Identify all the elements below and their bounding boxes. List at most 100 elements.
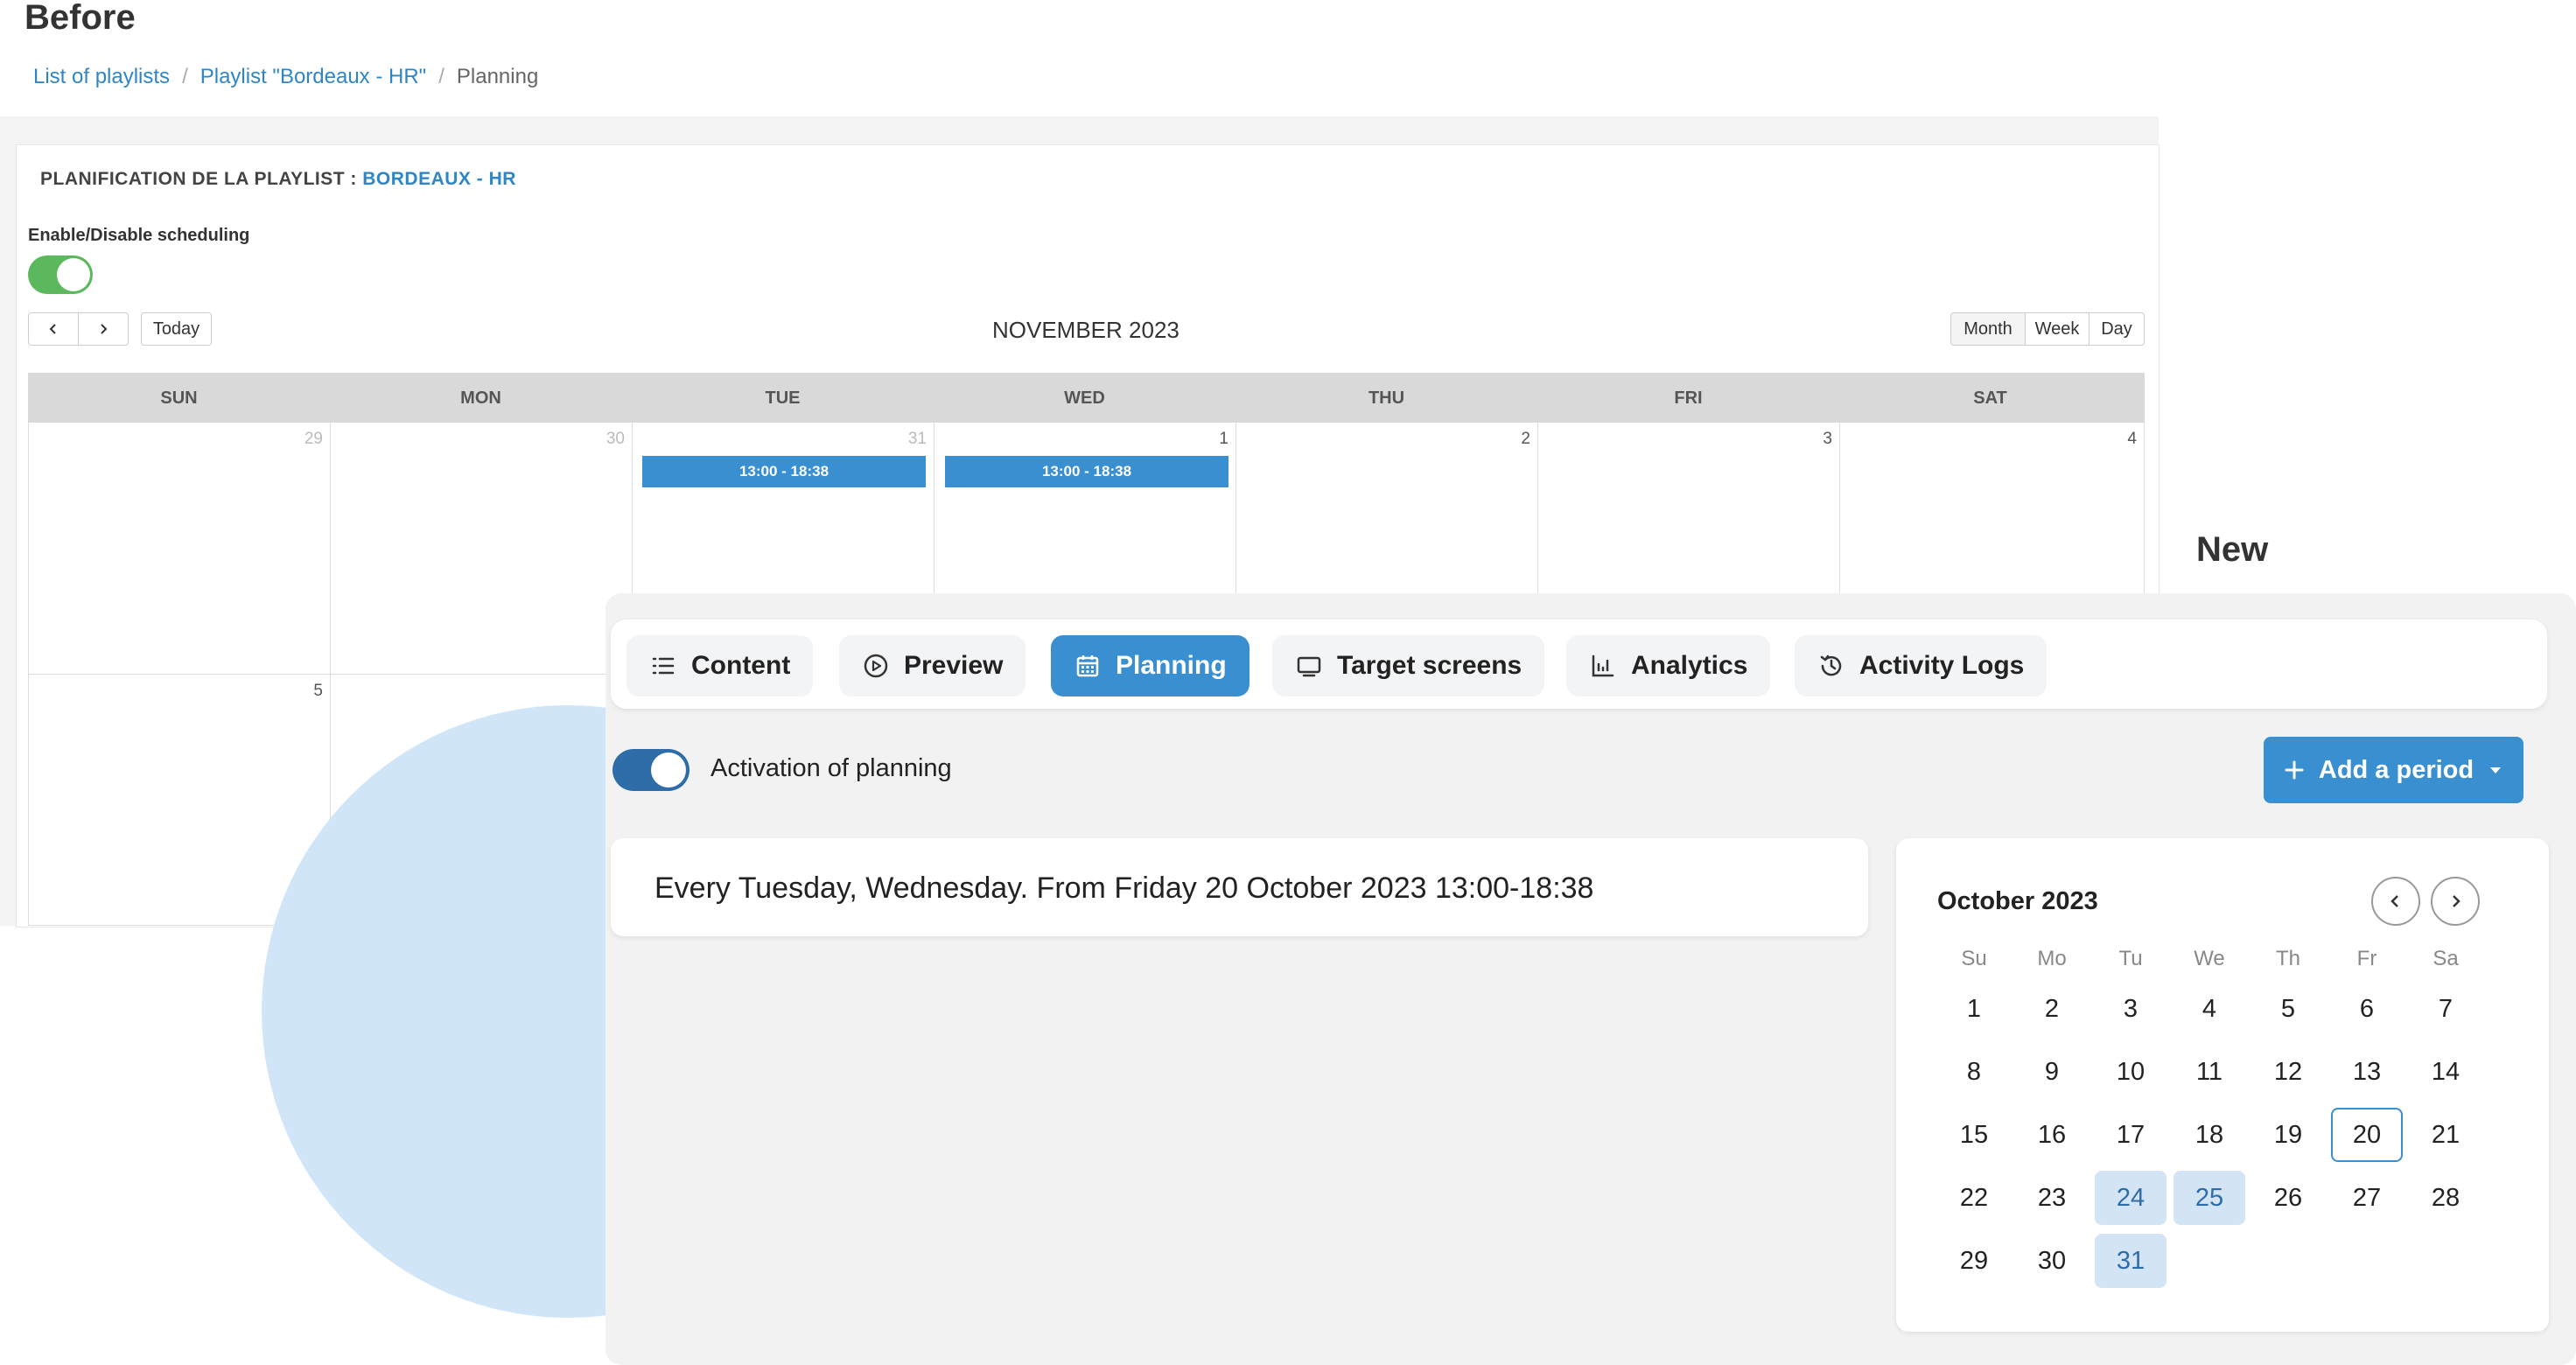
view-day-button[interactable]: Day — [2089, 312, 2145, 346]
view-week-button[interactable]: Week — [2025, 312, 2090, 346]
mini-calendar-day[interactable]: 9 — [2016, 1045, 2088, 1099]
mini-calendar-day[interactable]: 1 — [1938, 982, 2010, 1036]
day-number: 4 — [2127, 430, 2137, 448]
plus-icon — [2285, 760, 2304, 780]
activation-label: Activation of planning — [710, 754, 952, 782]
mini-calendar-day[interactable]: 19 — [2252, 1108, 2324, 1162]
tab-activity-logs[interactable]: Activity Logs — [1795, 635, 2048, 696]
add-period-label: Add a period — [2318, 755, 2474, 784]
mini-calendar-day[interactable]: 16 — [2016, 1108, 2088, 1162]
tab-analytics[interactable]: Analytics — [1566, 635, 1771, 696]
mini-calendar-weekday: Th — [2275, 947, 2300, 970]
mini-calendar-weekday: Mo — [2037, 947, 2067, 970]
mini-calendar-day[interactable]: 29 — [1938, 1234, 2010, 1288]
mini-calendar-next-button[interactable] — [2431, 877, 2480, 926]
mini-calendar-day[interactable]: 4 — [2174, 982, 2245, 1036]
period-summary: Every Tuesday, Wednesday. From Friday 20… — [654, 872, 1594, 905]
add-period-button[interactable]: Add a period — [2264, 737, 2524, 803]
tab-planning[interactable]: Planning — [1051, 635, 1250, 696]
view-month-button[interactable]: Month — [1950, 312, 2026, 346]
mini-calendar-day[interactable]: 8 — [1938, 1045, 2010, 1099]
day-number: 5 — [313, 682, 323, 700]
day-number: 29 — [304, 430, 323, 448]
mini-calendar-day[interactable]: 15 — [1938, 1108, 2010, 1162]
mini-calendar-day[interactable]: 2 — [2016, 982, 2088, 1036]
monitor-icon — [1297, 656, 1321, 677]
activation-toggle[interactable] — [612, 749, 690, 791]
breadcrumb-playlist-link[interactable]: Playlist "Bordeaux - HR" — [200, 65, 426, 88]
mini-calendar-day[interactable]: 31 — [2095, 1234, 2166, 1288]
tab-content[interactable]: Content — [626, 635, 814, 696]
calendar-event[interactable]: 13:00 - 18:38 — [945, 456, 1228, 487]
calendar-day-cell[interactable]: 5 — [28, 675, 331, 926]
mini-calendar-day[interactable]: 20 — [2331, 1108, 2403, 1162]
planning-heading: PLANIFICATION DE LA PLAYLIST : BORDEAUX … — [40, 169, 516, 190]
mini-calendar-day[interactable]: 21 — [2410, 1108, 2482, 1162]
toggle-knob — [57, 258, 90, 291]
new-title: New — [2196, 530, 2269, 569]
mini-calendar-day[interactable]: 26 — [2252, 1171, 2324, 1225]
weekday-header: FRI — [1674, 388, 1703, 408]
mini-calendar-day[interactable]: 28 — [2410, 1171, 2482, 1225]
mini-calendar-day[interactable]: 7 — [2410, 982, 2482, 1036]
mini-calendar-day[interactable]: 25 — [2174, 1171, 2245, 1225]
breadcrumb-playlists-link[interactable]: List of playlists — [33, 65, 170, 88]
tab-preview[interactable]: Preview — [839, 635, 1026, 696]
day-number: 31 — [907, 430, 927, 448]
scheduling-label: Enable/Disable scheduling — [28, 226, 250, 245]
mini-calendar-day[interactable]: 12 — [2252, 1045, 2324, 1099]
mini-calendar-weekday: We — [2194, 947, 2225, 970]
chevron-right-icon — [2453, 895, 2460, 907]
weekday-header: SUN — [160, 388, 198, 408]
mini-calendar-day[interactable]: 30 — [2016, 1234, 2088, 1288]
next-month-button[interactable] — [78, 312, 129, 346]
calendar-month-title: NOVEMBER 2023 — [992, 317, 1180, 343]
scheduling-toggle[interactable] — [28, 256, 93, 294]
tab-label: Preview — [904, 651, 1004, 680]
calendar-icon — [1076, 655, 1099, 677]
calendar-weekday-header: SUN MON TUE WED THU FRI SAT — [28, 373, 2145, 423]
play-circle-icon — [864, 654, 888, 678]
mini-calendar-day[interactable]: 10 — [2095, 1045, 2166, 1099]
mini-calendar-day[interactable]: 14 — [2410, 1045, 2482, 1099]
weekday-header: THU — [1368, 388, 1405, 408]
mini-calendar-weekday: Tu — [2118, 947, 2143, 970]
mini-calendar-day[interactable]: 17 — [2095, 1108, 2166, 1162]
history-icon — [1820, 654, 1842, 676]
mini-calendar-day[interactable]: 13 — [2331, 1045, 2403, 1099]
tab-target-screens[interactable]: Target screens — [1272, 635, 1545, 696]
list-icon — [652, 657, 675, 675]
tab-label: Activity Logs — [1859, 651, 2025, 680]
today-button[interactable]: Today — [141, 312, 212, 346]
calendar-day-cell[interactable]: 30 — [331, 423, 633, 675]
toggle-knob — [651, 752, 686, 788]
day-number: 30 — [606, 430, 625, 448]
mini-calendar-day[interactable]: 11 — [2174, 1045, 2245, 1099]
mini-calendar-day[interactable]: 3 — [2095, 982, 2166, 1036]
mini-calendar-day[interactable]: 24 — [2095, 1171, 2166, 1225]
previous-month-button[interactable] — [28, 312, 79, 346]
mini-calendar-weekday: Fr — [2356, 947, 2377, 970]
mini-calendar-day[interactable]: 22 — [1938, 1171, 2010, 1225]
calendar-day-cell[interactable]: 29 — [28, 423, 331, 675]
mini-calendar-day[interactable]: 18 — [2174, 1108, 2245, 1162]
mini-calendar-day[interactable]: 27 — [2331, 1171, 2403, 1225]
mini-calendar-prev-button[interactable] — [2371, 877, 2420, 926]
tab-label: Analytics — [1631, 651, 1748, 680]
mini-calendar-day[interactable]: 5 — [2252, 982, 2324, 1036]
mini-calendar-weekday: Su — [1961, 947, 1987, 970]
planning-heading-playlist: BORDEAUX - HR — [362, 169, 516, 189]
chevron-left-icon — [2390, 895, 2398, 907]
period-item[interactable]: Every Tuesday, Wednesday. From Friday 20… — [611, 838, 1868, 936]
planning-heading-prefix: PLANIFICATION DE LA PLAYLIST : — [40, 169, 357, 189]
calendar-event[interactable]: 13:00 - 18:38 — [642, 456, 926, 487]
mini-calendar-day[interactable]: 6 — [2331, 982, 2403, 1036]
weekday-header: TUE — [765, 388, 801, 408]
caret-down-icon — [2490, 767, 2502, 774]
breadcrumb-separator: / — [438, 65, 444, 88]
mini-calendar-day[interactable]: 23 — [2016, 1171, 2088, 1225]
mini-calendar-weekday: Sa — [2432, 947, 2459, 970]
day-number: 2 — [1521, 430, 1530, 448]
day-number: 1 — [1219, 430, 1228, 448]
breadcrumb: List of playlists / Playlist "Bordeaux - H… — [33, 65, 538, 89]
